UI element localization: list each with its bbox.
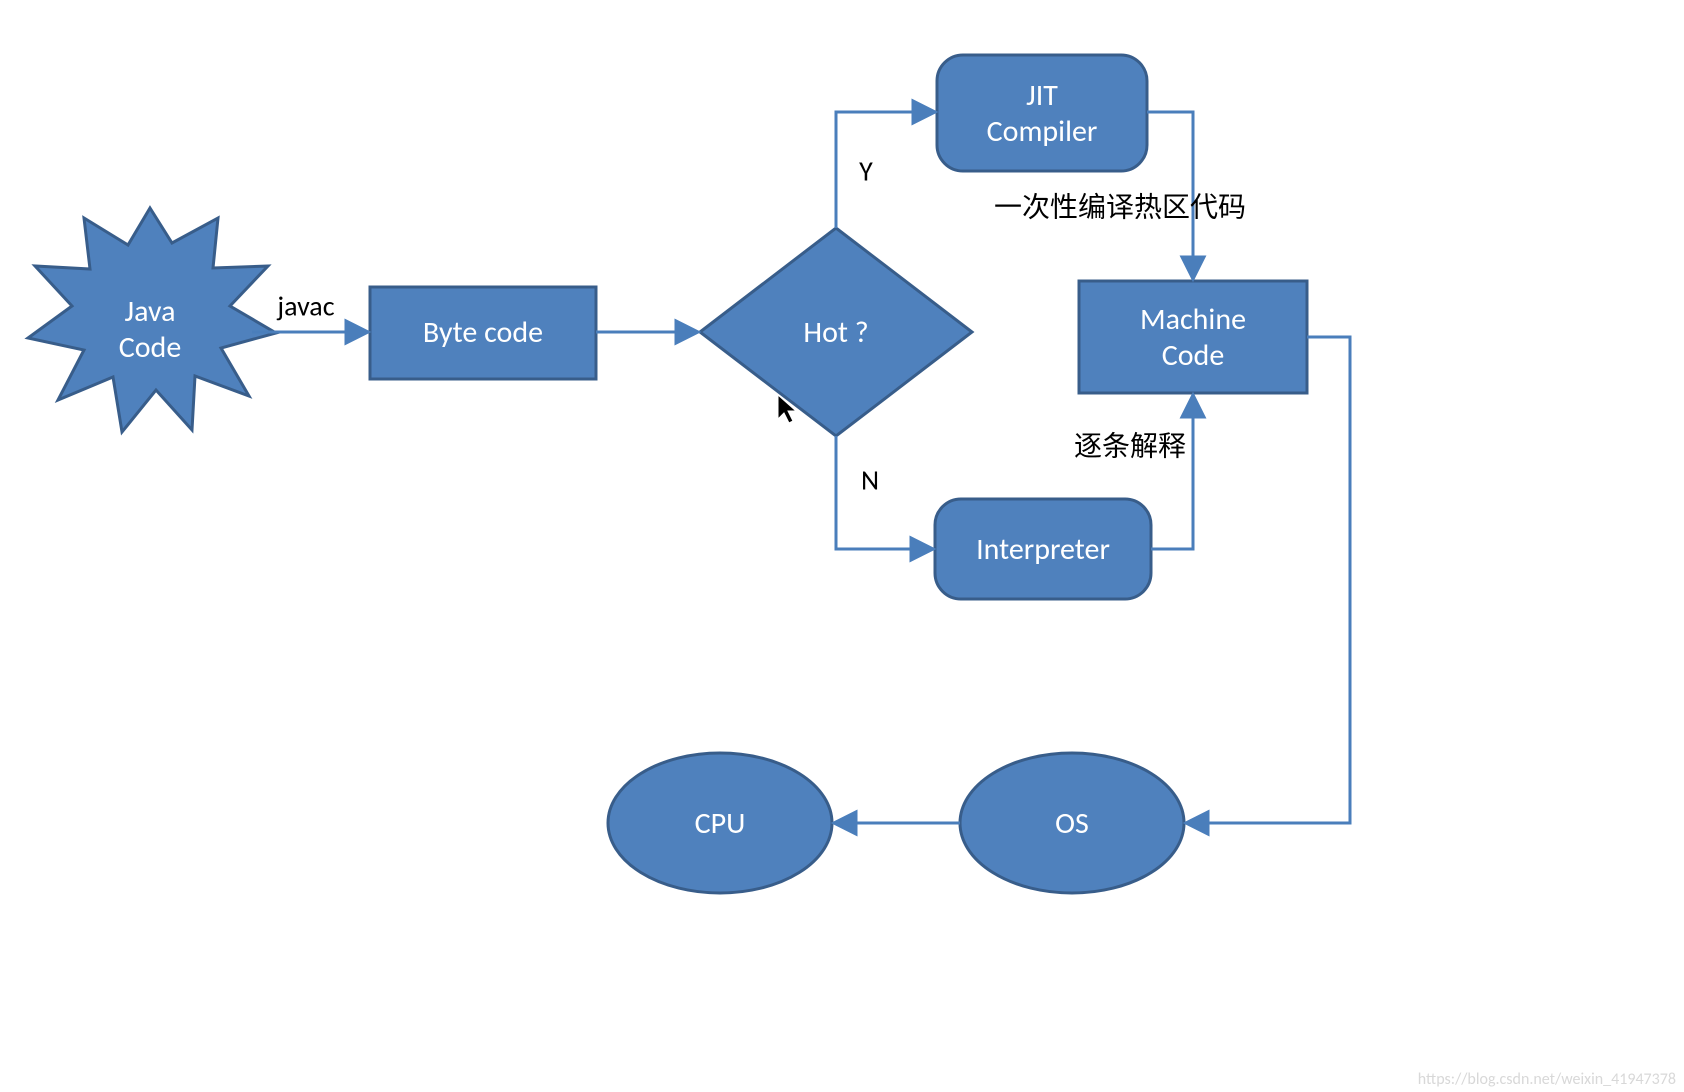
- hot-label: Hot ?: [803, 314, 868, 351]
- node-os: OS: [960, 753, 1184, 893]
- jit-label-2: Compiler: [987, 113, 1098, 150]
- arrow-hot-to-interpreter: [836, 436, 931, 549]
- label-n: N: [861, 463, 879, 498]
- machine-code-label-1: Machine: [1140, 301, 1246, 338]
- node-hot-decision: Hot ?: [700, 228, 972, 436]
- node-interpreter: Interpreter: [935, 499, 1151, 599]
- label-compile-hot: 一次性编译热区代码: [994, 190, 1246, 225]
- java-code-label-1: Java: [125, 293, 176, 330]
- node-java-code: Java Code: [28, 208, 276, 432]
- java-code-label-2: Code: [119, 329, 182, 366]
- node-machine-code: Machine Code: [1079, 281, 1307, 393]
- watermark-text: https://blog.csdn.net/weixin_41947378: [1418, 1070, 1676, 1089]
- arrow-interpreter-to-machine: [1151, 397, 1193, 549]
- label-interpret-each: 逐条解释: [1074, 429, 1186, 464]
- arrow-hot-to-jit: [836, 112, 933, 228]
- arrow-machine-to-os: [1188, 337, 1350, 823]
- interpreter-label: Interpreter: [976, 531, 1110, 568]
- os-label: OS: [1055, 805, 1089, 842]
- byte-code-label: Byte code: [423, 314, 543, 351]
- node-byte-code: Byte code: [370, 287, 596, 379]
- jit-label-1: JIT: [1026, 77, 1058, 114]
- cpu-label: CPU: [695, 805, 746, 842]
- node-jit-compiler: JIT Compiler: [937, 55, 1147, 171]
- label-javac: javac: [276, 289, 334, 324]
- label-y: Y: [859, 154, 873, 189]
- machine-code-label-2: Code: [1162, 337, 1225, 374]
- node-cpu: CPU: [608, 753, 832, 893]
